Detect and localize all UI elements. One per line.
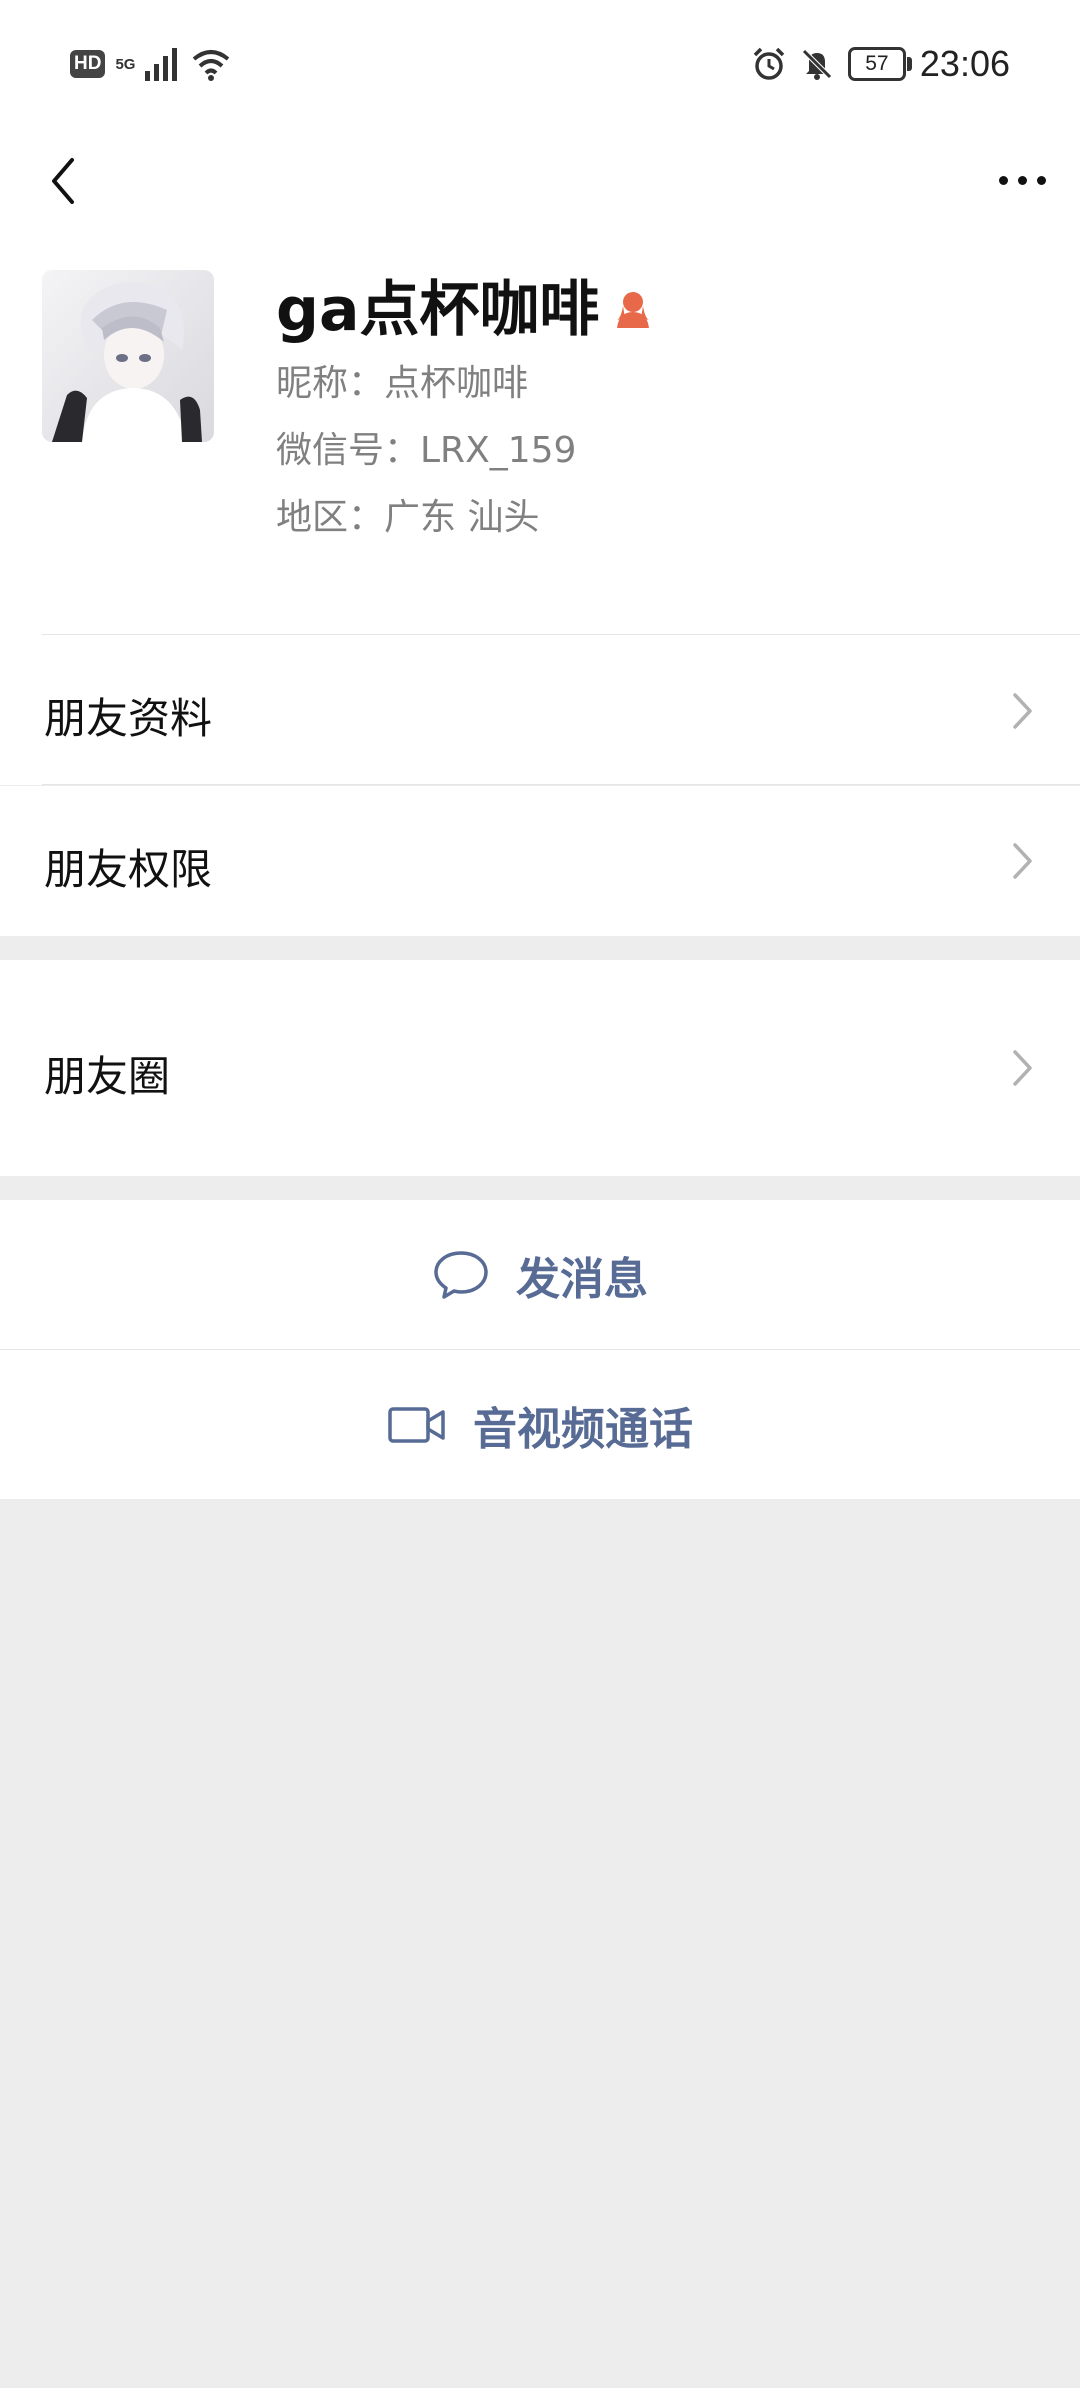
nav-bar: [0, 130, 1080, 230]
chevron-right-icon: [1013, 843, 1032, 879]
mute-icon: [802, 49, 832, 80]
back-button[interactable]: [28, 136, 98, 226]
alarm-icon: [753, 47, 785, 80]
profile-header: ga点杯咖啡 昵称：点杯咖啡 微信号：LRX_159 地区：广东 汕头: [0, 230, 1080, 635]
clock: 23:06: [919, 43, 1010, 84]
battery-level: 57: [865, 52, 889, 75]
signal-icon: [145, 48, 178, 81]
video-call-label: 音视频通话: [473, 1403, 693, 1455]
region-line: 地区：广东 汕头: [276, 497, 540, 538]
more-dot: [1036, 175, 1046, 185]
chevron-right-icon: [1013, 693, 1032, 729]
avatar[interactable]: [42, 270, 214, 442]
status-left: HD 5G: [70, 44, 231, 84]
profile-name: ga点杯咖啡: [276, 275, 600, 345]
female-icon: [617, 292, 650, 328]
send-message-button[interactable]: 发消息: [0, 1200, 1080, 1349]
more-dot: [1017, 175, 1027, 185]
chevron-right-icon: [1013, 1050, 1032, 1086]
row-moments[interactable]: 朋友圈: [0, 960, 1080, 1176]
divider: [42, 784, 1080, 785]
row-friend-permissions-label: 朋友权限: [44, 845, 213, 894]
send-message-label: 发消息: [516, 1253, 648, 1305]
avatar-image: [42, 270, 214, 442]
video-camera-icon: [388, 1406, 445, 1443]
status-bar: HD 5G 57 23:06: [0, 0, 1080, 130]
row-friend-permissions[interactable]: 朋友权限: [0, 786, 1080, 936]
row-moments-label: 朋友圈: [44, 1052, 171, 1101]
chat-bubble-icon: [434, 1250, 488, 1299]
nickname-line: 昵称：点杯咖啡: [276, 363, 529, 404]
hd-badge: HD: [70, 50, 106, 78]
more-button[interactable]: [982, 150, 1062, 210]
chevron-left-icon: [52, 158, 74, 204]
more-dots-icon: [998, 175, 1008, 185]
wifi-icon: [193, 50, 230, 81]
battery-icon: 57: [847, 47, 912, 81]
status-right: 57 23:06: [752, 40, 1010, 88]
row-friend-profile-label: 朋友资料: [44, 694, 213, 743]
wechat-id-line[interactable]: 微信号：LRX_159: [276, 427, 576, 475]
row-friend-profile[interactable]: 朋友资料: [0, 635, 1080, 785]
video-call-button[interactable]: 音视频通话: [0, 1350, 1080, 1499]
profile-name-row: ga点杯咖啡: [276, 270, 655, 350]
network-type: 5G: [115, 55, 136, 73]
